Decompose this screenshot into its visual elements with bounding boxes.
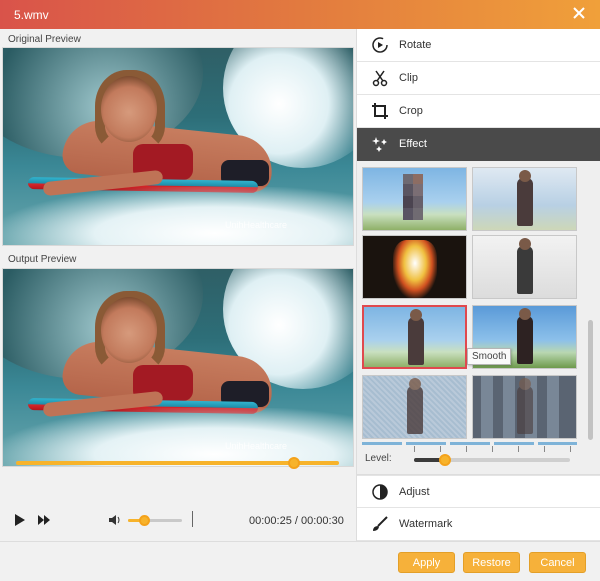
level-tick xyxy=(492,446,493,452)
volume-slider[interactable] xyxy=(128,515,182,526)
effect-thumb-sketch-color[interactable] xyxy=(472,167,577,231)
close-icon[interactable] xyxy=(572,6,586,20)
original-preview-label: Original Preview xyxy=(8,34,81,45)
menu-clip-label: Clip xyxy=(399,72,418,84)
effect-thumb-canvas[interactable] xyxy=(362,375,467,439)
controls-divider xyxy=(192,511,193,527)
window-title: 5.wmv xyxy=(14,8,49,22)
menu-crop[interactable]: Crop xyxy=(357,95,600,128)
menu-rotate-label: Rotate xyxy=(399,39,432,51)
video-watermark: UnihHealthcare xyxy=(225,220,288,230)
menu-watermark[interactable]: Watermark xyxy=(357,508,600,541)
title-bar: 5.wmv xyxy=(0,0,600,29)
menu-clip[interactable]: Clip xyxy=(357,62,600,95)
timecode: 00:00:25 / 00:00:30 xyxy=(249,515,344,527)
effect-thumb-tiles[interactable] xyxy=(472,375,577,439)
play-icon[interactable] xyxy=(14,513,26,527)
level-ticks xyxy=(414,446,571,454)
volume-icon[interactable] xyxy=(108,514,122,526)
level-tick xyxy=(414,446,415,452)
time-separator: / xyxy=(294,515,298,527)
playback-progress-bar[interactable] xyxy=(16,457,339,469)
output-preview-label: Output Preview xyxy=(8,254,77,265)
effect-thumb-mosaic[interactable] xyxy=(362,167,467,231)
total-time: 00:00:30 xyxy=(301,515,344,527)
level-slider[interactable] xyxy=(414,454,570,466)
level-tick xyxy=(570,446,571,452)
progress-handle[interactable] xyxy=(287,457,300,469)
menu-crop-label: Crop xyxy=(399,105,423,117)
menu-adjust[interactable]: Adjust xyxy=(357,475,600,508)
rotate-icon xyxy=(371,36,389,54)
level-tick xyxy=(466,446,467,452)
menu-adjust-label: Adjust xyxy=(399,485,430,498)
menu-watermark-label: Watermark xyxy=(399,518,453,530)
apply-button[interactable]: Apply xyxy=(398,552,455,573)
effect-thumb-smooth[interactable] xyxy=(362,305,467,369)
current-time: 00:00:25 xyxy=(249,515,292,527)
adjust-icon xyxy=(371,483,389,501)
restore-button[interactable]: Restore xyxy=(463,552,520,573)
footer-bar: Apply Restore Cancel xyxy=(0,541,600,581)
cancel-button[interactable]: Cancel xyxy=(529,552,586,573)
original-preview: UnihHealthcare xyxy=(2,47,354,246)
scissors-icon xyxy=(371,69,389,87)
effect-thumb-pencil-sketch[interactable] xyxy=(472,235,577,299)
brush-icon xyxy=(371,515,389,533)
video-watermark: UnihHealthcare xyxy=(225,441,288,451)
thumbnail-row-peek xyxy=(362,442,577,445)
level-tick xyxy=(518,446,519,452)
level-label: Level: xyxy=(365,453,392,464)
sparkle-icon xyxy=(371,135,389,153)
effect-thumb-neon-glow[interactable] xyxy=(362,235,467,299)
menu-rotate[interactable]: Rotate xyxy=(357,29,600,62)
level-tick xyxy=(544,446,545,452)
level-tick xyxy=(440,446,441,452)
menu-effect-label: Effect xyxy=(399,138,427,150)
fast-forward-icon[interactable] xyxy=(38,515,50,525)
effect-tooltip: Smooth xyxy=(467,348,512,365)
effects-scrollbar[interactable] xyxy=(588,320,593,440)
output-preview: UnihHealthcare xyxy=(2,268,354,467)
menu-effect[interactable]: Effect xyxy=(357,128,600,161)
crop-icon xyxy=(371,102,389,120)
